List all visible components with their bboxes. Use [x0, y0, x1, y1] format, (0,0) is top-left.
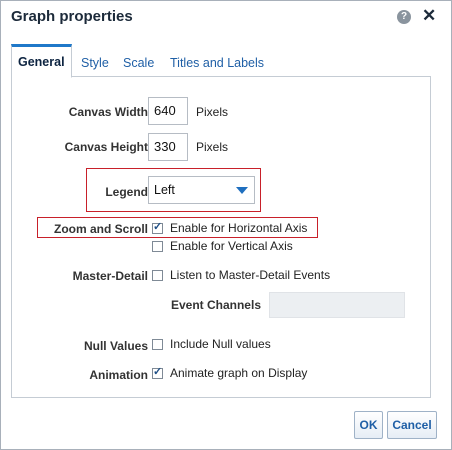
- graph-properties-dialog: Graph properties ? ✕ General Style Scale…: [0, 0, 452, 450]
- canvas-width-label: Canvas Width: [68, 105, 148, 119]
- horizontal-axis-text: Enable for Horizontal Axis: [170, 221, 308, 235]
- null-values-checkbox[interactable]: [152, 339, 163, 350]
- cancel-button[interactable]: Cancel: [387, 411, 437, 439]
- dialog-titlebar: Graph properties ? ✕: [1, 1, 451, 33]
- legend-select[interactable]: Left: [148, 176, 255, 204]
- master-detail-text: Listen to Master-Detail Events: [170, 268, 331, 282]
- null-values-label: Null Values: [83, 339, 148, 353]
- null-values-text: Include Null values: [170, 337, 271, 351]
- tab-titles-and-labels[interactable]: Titles and Labels: [170, 44, 264, 76]
- ok-button[interactable]: OK: [354, 411, 383, 439]
- master-detail-checkbox[interactable]: [152, 270, 163, 281]
- canvas-height-label: Canvas Height: [64, 140, 148, 154]
- event-channels-input[interactable]: [269, 292, 405, 318]
- zoom-and-scroll-label: Zoom and Scroll: [53, 222, 148, 236]
- help-icon[interactable]: ?: [397, 10, 411, 24]
- animation-checkbox[interactable]: [152, 365, 163, 379]
- close-icon[interactable]: ✕: [422, 6, 436, 26]
- tab-general[interactable]: General: [11, 44, 72, 78]
- animation-text: Animate graph on Display: [170, 366, 308, 380]
- vertical-axis-checkbox[interactable]: [152, 241, 163, 252]
- tab-bar: General Style Scale Titles and Labels: [11, 44, 431, 78]
- legend-label: Legend: [105, 185, 148, 199]
- master-detail-label: Master-Detail: [72, 269, 148, 283]
- animation-label: Animation: [89, 368, 148, 382]
- tab-scale[interactable]: Scale: [123, 44, 154, 76]
- general-panel: Canvas Width 640 Pixels Canvas Height 33…: [11, 76, 431, 398]
- tab-style[interactable]: Style: [81, 44, 109, 76]
- dialog-title: Graph properties: [11, 8, 133, 25]
- event-channels-label: Event Channels: [170, 298, 261, 312]
- horizontal-axis-checkbox[interactable]: [152, 220, 163, 234]
- canvas-height-unit: Pixels: [196, 140, 229, 154]
- canvas-width-unit: Pixels: [196, 105, 229, 119]
- vertical-axis-text: Enable for Vertical Axis: [170, 239, 293, 253]
- canvas-height-input[interactable]: 330: [148, 133, 188, 161]
- legend-select-value: Left: [154, 183, 175, 197]
- canvas-width-input[interactable]: 640: [148, 97, 188, 125]
- chevron-down-icon: [236, 187, 248, 194]
